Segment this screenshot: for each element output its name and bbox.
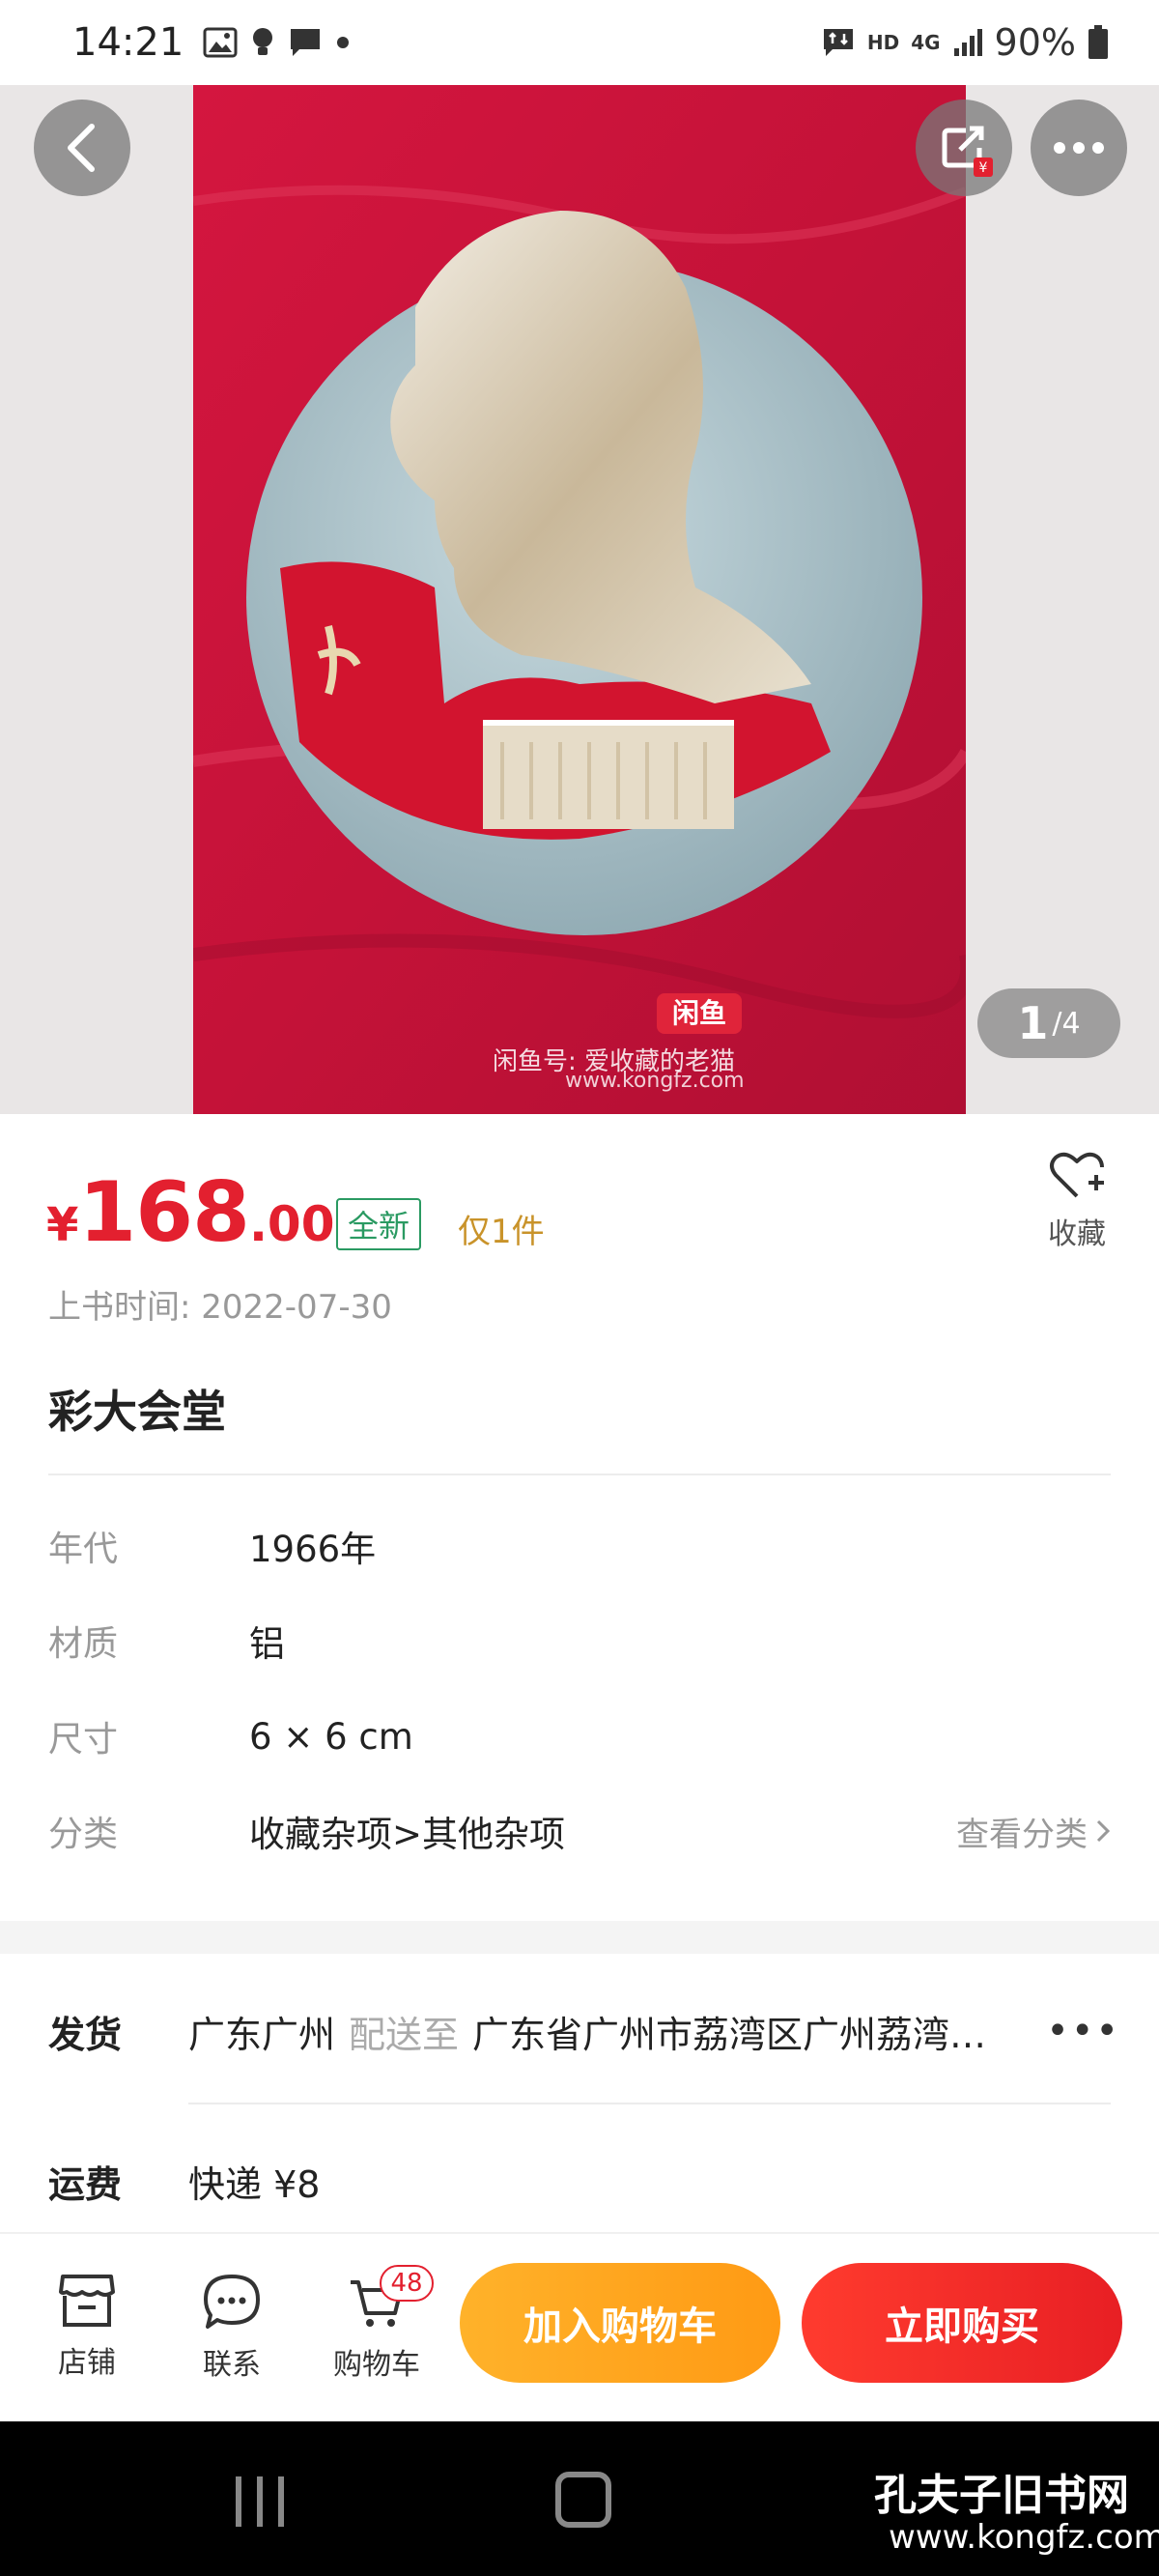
attribute-row-era: 年代 1966年 xyxy=(48,1517,1111,1575)
price: ¥ 168 .00 xyxy=(46,1164,335,1261)
heart-plus-icon xyxy=(1050,1152,1104,1198)
home-button[interactable] xyxy=(555,2472,611,2528)
more-icon xyxy=(1054,142,1104,154)
shop-label: 店铺 xyxy=(58,2346,116,2380)
divider xyxy=(48,1474,1111,1475)
network-type: 4G xyxy=(911,31,941,54)
bottom-action-bar: 店铺 联系 48 购物车 加入购物车 立即购买 xyxy=(0,2232,1159,2421)
total-pages: /4 xyxy=(1052,1006,1081,1041)
attribute-value: 1966年 xyxy=(249,1529,377,1570)
battery-percent: 90% xyxy=(994,21,1076,64)
price-integer: 168 xyxy=(78,1164,250,1261)
site-watermark-title: 孔夫子旧书网 xyxy=(874,2471,1129,2520)
shop-button[interactable]: 店铺 xyxy=(34,2273,140,2381)
section-separator xyxy=(0,1921,1159,1954)
watermark-logo: 闲鱼 xyxy=(657,993,742,1034)
buy-now-button[interactable]: 立即购买 xyxy=(802,2263,1122,2383)
data-transfer-icon xyxy=(823,29,853,56)
deliver-to-label: 配送至 xyxy=(349,2013,460,2056)
cart-count-badge: 48 xyxy=(380,2265,434,2302)
stock-note: 仅1件 xyxy=(458,1213,545,1251)
condition-tag: 全新 xyxy=(336,1198,422,1250)
attribute-row-category: 分类 收藏杂项>其他杂项 查看分类 xyxy=(48,1802,1111,1860)
view-category-label: 查看分类 xyxy=(956,1815,1088,1854)
shipping-origin-row[interactable]: 发货 广东广州 配送至 广东省广州市荔湾区广州荔湾… ••• xyxy=(48,1997,1120,2065)
watermark-url: www.kongfz.com xyxy=(565,1069,745,1093)
cart-button[interactable]: 48 购物车 xyxy=(324,2265,434,2383)
post-time: 上书时间: 2022-07-30 xyxy=(48,1288,392,1327)
currency-symbol: ¥ xyxy=(46,1198,79,1252)
favorite-button[interactable]: 收藏 xyxy=(1038,1150,1116,1252)
status-bar: 14:21 HD 4G 90% xyxy=(0,0,1159,85)
product-title: 彩大会堂 xyxy=(48,1386,226,1438)
signal-icon xyxy=(953,29,982,56)
add-to-cart-button[interactable]: 加入购物车 xyxy=(460,2263,780,2383)
page-indicator: 1 /4 xyxy=(977,988,1120,1058)
chat-icon xyxy=(204,2275,260,2329)
share-button[interactable]: ¥ xyxy=(916,100,1012,196)
attribute-key: 尺寸 xyxy=(48,1720,119,1760)
favorite-label: 收藏 xyxy=(1048,1217,1106,1251)
attribute-value: 铝 xyxy=(249,1623,285,1665)
attribute-key: 年代 xyxy=(48,1530,119,1569)
attribute-row-size: 尺寸 6 × 6 cm xyxy=(48,1707,1111,1765)
share-icon: ¥ xyxy=(942,126,993,177)
site-watermark-url: www.kongfz.com xyxy=(889,2518,1159,2557)
attribute-key: 材质 xyxy=(48,1624,119,1664)
contact-button[interactable]: 联系 xyxy=(179,2273,285,2383)
system-navigation-bar: 孔夫子旧书网 www.kongfz.com xyxy=(0,2421,1159,2576)
shipping-origin: 广东广州 xyxy=(188,2013,336,2056)
contact-label: 联系 xyxy=(203,2348,261,2382)
more-dots-icon[interactable]: ••• xyxy=(1046,2009,1120,2053)
back-button[interactable] xyxy=(34,100,130,196)
attribute-value: 6 × 6 cm xyxy=(249,1715,413,1758)
fee-label: 运费 xyxy=(48,2162,123,2206)
svg-text:¥: ¥ xyxy=(979,160,988,176)
status-time: 14:21 xyxy=(72,20,184,65)
message-icon xyxy=(291,29,321,56)
divider xyxy=(188,2103,1111,2104)
chevron-left-icon xyxy=(68,124,95,172)
more-button[interactable] xyxy=(1031,100,1127,196)
shipping-label: 发货 xyxy=(48,2013,123,2056)
deliver-to-address: 广东省广州市荔湾区广州荔湾… xyxy=(472,2013,987,2056)
status-indicators: HD 4G 90% xyxy=(821,21,1109,64)
price-decimal: .00 xyxy=(248,1196,335,1252)
attribute-key: 分类 xyxy=(48,1815,119,1854)
recent-apps-icon[interactable] xyxy=(232,2475,290,2529)
image-gallery[interactable]: ¥ 闲鱼 闲鱼号: 爱收藏的老猫 www.kongfz.com 1 /4 xyxy=(0,85,1159,1114)
attribute-row-material: 材质 铝 xyxy=(48,1612,1111,1670)
dot-icon xyxy=(337,37,350,48)
fee-value: 快递 ¥8 xyxy=(188,2162,321,2206)
badge-photo-illustration xyxy=(193,85,966,1114)
hd-indicator: HD xyxy=(866,31,900,54)
image-icon xyxy=(203,27,238,58)
view-category-link[interactable]: 查看分类 xyxy=(956,1808,1111,1855)
battery-icon xyxy=(1088,25,1108,59)
product-photo[interactable] xyxy=(193,85,966,1114)
current-page: 1 xyxy=(1017,997,1049,1049)
notification-icons xyxy=(203,26,350,59)
attribute-value: 收藏杂项>其他杂项 xyxy=(249,1814,566,1855)
chevron-right-icon xyxy=(1096,1819,1111,1843)
shipping-fee-row: 运费 快递 ¥8 xyxy=(48,2147,1120,2215)
shop-icon xyxy=(59,2275,115,2327)
bulb-icon xyxy=(253,28,273,55)
cart-label: 购物车 xyxy=(333,2348,420,2382)
